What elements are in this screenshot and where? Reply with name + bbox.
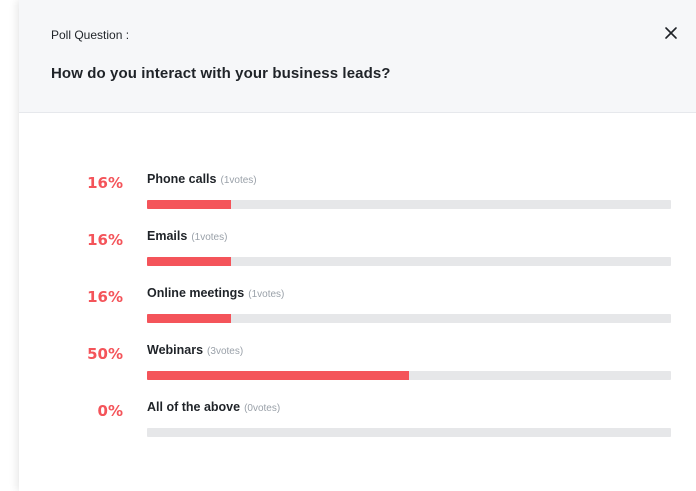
result-bar-fill [147,371,409,380]
result-row: 16% Phone calls (1votes) [19,172,696,222]
result-row: 16% Emails (1votes) [19,229,696,279]
close-icon [665,27,677,39]
vote-count: (1votes) [191,232,228,243]
poll-results-modal: Poll Question : How do you interact with… [19,0,696,491]
close-button[interactable] [662,24,680,42]
page: Poll Question : How do you interact with… [0,0,696,491]
result-option: All of the above (0votes) [147,400,280,414]
vote-count: (1votes) [248,289,285,300]
result-option: Webinars (3votes) [147,343,243,357]
modal-header: Poll Question : How do you interact with… [19,0,696,113]
result-percent: 16% [87,231,123,249]
result-row: 0% All of the above (0votes) [19,400,696,450]
result-option: Emails (1votes) [147,229,227,243]
result-percent: 0% [97,402,123,420]
result-bar-track [147,257,671,266]
result-bar-track [147,428,671,437]
vote-count: (1votes) [220,175,257,186]
result-bar-fill [147,257,231,266]
vote-count: (3votes) [207,346,244,357]
poll-question-text: How do you interact with your business l… [51,65,391,82]
option-label: Online meetings [147,286,245,300]
result-bar-track [147,200,671,209]
option-label: Emails [147,229,188,243]
result-bar-fill [147,200,231,209]
result-bar-track [147,314,671,323]
result-row: 50% Webinars (3votes) [19,343,696,393]
option-label: Webinars [147,343,204,357]
poll-question-label: Poll Question : [51,28,130,42]
result-option: Phone calls (1votes) [147,172,257,186]
option-label: All of the above [147,400,241,414]
vote-count: (0votes) [244,403,281,414]
option-label: Phone calls [147,172,217,186]
result-bar-fill [147,314,231,323]
result-percent: 50% [87,345,123,363]
result-bar-track [147,371,671,380]
result-row: 16% Online meetings (1votes) [19,286,696,336]
result-percent: 16% [87,288,123,306]
result-percent: 16% [87,174,123,192]
result-option: Online meetings (1votes) [147,286,284,300]
